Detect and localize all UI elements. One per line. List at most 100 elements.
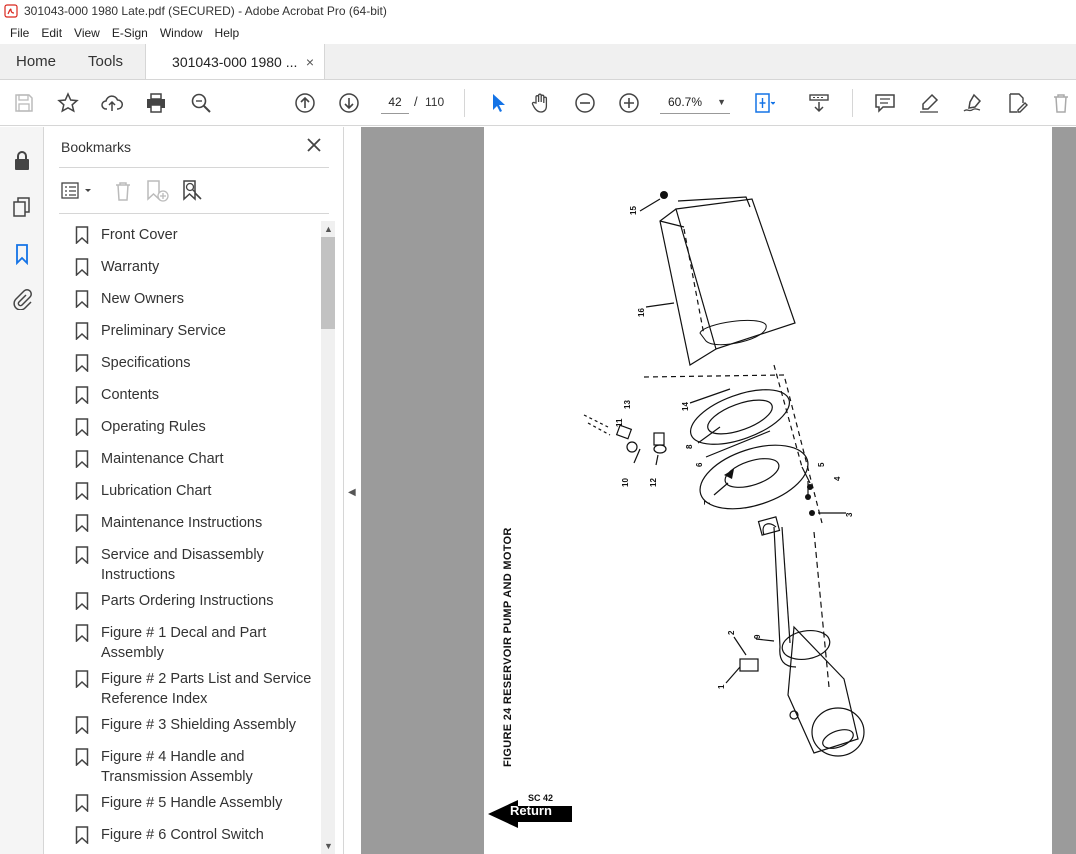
menu-window[interactable]: Window <box>154 26 209 40</box>
find-bookmark-button[interactable] <box>181 179 207 203</box>
tab-document[interactable]: 301043-000 1980 ... × <box>145 44 326 79</box>
attachment-icon[interactable] <box>10 287 34 311</box>
previous-page-icon[interactable] <box>293 91 317 115</box>
bookmark-icon <box>75 386 89 404</box>
document-tab-label: 301043-000 1980 ... <box>172 53 298 70</box>
bookmark-label: Lubrication Chart <box>101 483 212 499</box>
bookmark-item[interactable]: Front Cover <box>75 225 321 245</box>
bookmark-label: Figure # 1 Decal and Part Assembly <box>101 625 267 661</box>
select-cursor-icon[interactable] <box>486 91 510 115</box>
tab-home[interactable]: Home <box>0 44 72 79</box>
callout-label: 7 <box>703 500 712 505</box>
bookmark-label: Specifications <box>101 355 191 371</box>
callout-label: 8 <box>685 444 694 449</box>
toolbar-divider <box>464 89 465 117</box>
window-title: 301043-000 1980 Late.pdf (SECURED) - Ado… <box>24 4 387 18</box>
bookmark-icon <box>75 450 89 468</box>
edit-pdf-icon[interactable] <box>1005 91 1029 115</box>
bookmark-label: Figure # 4 Handle and Transmission Assem… <box>101 749 253 785</box>
bookmark-label: Maintenance Chart <box>101 451 224 467</box>
list-options-icon <box>61 182 91 199</box>
callout-label: 3 <box>845 512 854 517</box>
callout-label: 2 <box>727 630 736 635</box>
tab-tools[interactable]: Tools <box>72 44 139 79</box>
scroll-up-icon[interactable]: ▲ <box>324 224 333 234</box>
page-fit-icon[interactable] <box>752 91 776 115</box>
delete-bookmark-button[interactable] <box>113 179 133 203</box>
acrobat-icon <box>4 4 18 18</box>
menu-file[interactable]: File <box>4 26 35 40</box>
lock-icon[interactable] <box>10 149 34 173</box>
hand-tool-icon[interactable] <box>529 91 553 115</box>
comment-icon[interactable] <box>873 91 897 115</box>
menu-view[interactable]: View <box>68 26 106 40</box>
callout-label: 11 <box>615 418 624 427</box>
menu-bar: File Edit View E-Sign Window Help <box>0 22 1076 44</box>
scroll-mode-icon[interactable] <box>807 91 831 115</box>
bookmark-item[interactable]: Specifications <box>75 353 321 373</box>
collapse-panel-icon[interactable]: ◀ <box>348 487 356 498</box>
callout-label: 13 <box>623 400 632 409</box>
close-panel-icon[interactable] <box>306 137 322 153</box>
zoom-out-icon[interactable] <box>573 91 597 115</box>
bookmark-item[interactable]: Maintenance Instructions <box>75 513 321 533</box>
scrollbar-thumb[interactable] <box>321 237 335 329</box>
bookmark-item[interactable]: Figure # 6 Control Switch <box>75 825 321 845</box>
panel-divider <box>59 213 329 214</box>
bookmark-item[interactable]: Figure # 2 Parts List and Service Refere… <box>75 669 321 709</box>
star-icon[interactable] <box>56 91 80 115</box>
callout-label: 9 <box>753 634 762 639</box>
bookmark-options-button[interactable] <box>61 179 95 203</box>
menu-edit[interactable]: Edit <box>35 26 68 40</box>
page-total: 110 <box>425 95 445 109</box>
menu-help[interactable]: Help <box>209 26 246 40</box>
pdf-page: 15 16 14 13 11 8 6 10 12 5 4 3 7 2 9 1 F… <box>484 127 1052 854</box>
bookmark-label: Figure # 2 Parts List and Service Refere… <box>101 671 312 707</box>
bookmark-panel-icon[interactable] <box>10 242 34 266</box>
bookmark-item[interactable]: Preliminary Service <box>75 321 321 341</box>
scroll-down-icon[interactable]: ▼ <box>324 841 333 851</box>
return-link[interactable]: Return <box>510 803 552 818</box>
bookmark-item[interactable]: Parts Ordering Instructions <box>75 591 321 611</box>
bookmark-icon <box>75 592 89 610</box>
bookmark-item[interactable]: Operating Rules <box>75 417 321 437</box>
bookmark-icon <box>75 670 89 688</box>
page-number-input[interactable]: 42 <box>381 90 409 114</box>
zoom-select[interactable]: 60.7% ▼ <box>660 90 730 114</box>
close-tab-icon[interactable]: × <box>306 54 314 70</box>
bookmark-item[interactable]: Maintenance Chart <box>75 449 321 469</box>
bookmark-item[interactable]: Figure # 3 Shielding Assembly <box>75 715 321 735</box>
next-page-icon[interactable] <box>337 91 361 115</box>
zoom-in-icon[interactable] <box>617 91 641 115</box>
chevron-down-icon: ▼ <box>717 97 726 107</box>
new-bookmark-button[interactable] <box>145 179 171 203</box>
print-icon[interactable] <box>144 91 168 115</box>
bookmark-icon <box>75 482 89 500</box>
bookmark-label: Service and Disassembly Instructions <box>101 547 264 583</box>
bookmark-item[interactable]: Figure # 5 Handle Assembly <box>75 793 321 813</box>
bookmark-item[interactable]: Figure # 1 Decal and Part Assembly <box>75 623 321 663</box>
bookmark-item[interactable]: New Owners <box>75 289 321 309</box>
bookmark-icon <box>75 322 89 340</box>
callout-label: 6 <box>695 462 704 467</box>
find-bookmark-icon <box>183 180 202 201</box>
panel-splitter[interactable]: ◀ <box>343 127 361 854</box>
zoom-value: 60.7% <box>668 95 703 109</box>
zoom-search-icon[interactable] <box>189 91 213 115</box>
bookmark-item[interactable]: Contents <box>75 385 321 405</box>
bookmarks-panel: Bookmarks Front Cover Warranty New Owner… <box>45 127 343 854</box>
bookmark-item[interactable]: Lubrication Chart <box>75 481 321 501</box>
bookmark-item[interactable]: Service and Disassembly Instructions <box>75 545 321 585</box>
bookmark-icon <box>75 258 89 276</box>
upload-cloud-icon[interactable] <box>100 91 124 115</box>
bookmark-item[interactable]: Warranty <box>75 257 321 277</box>
bookmark-item[interactable]: Figure # 4 Handle and Transmission Assem… <box>75 747 321 787</box>
delete-icon[interactable] <box>1049 91 1073 115</box>
highlight-pen-icon[interactable] <box>917 91 941 115</box>
menu-esign[interactable]: E-Sign <box>106 26 154 40</box>
sign-pen-icon[interactable] <box>961 91 985 115</box>
document-viewer[interactable]: 15 16 14 13 11 8 6 10 12 5 4 3 7 2 9 1 F… <box>361 127 1076 854</box>
save-icon[interactable] <box>12 91 36 115</box>
page-thumbnails-icon[interactable] <box>10 195 34 219</box>
bookmark-icon <box>75 514 89 532</box>
